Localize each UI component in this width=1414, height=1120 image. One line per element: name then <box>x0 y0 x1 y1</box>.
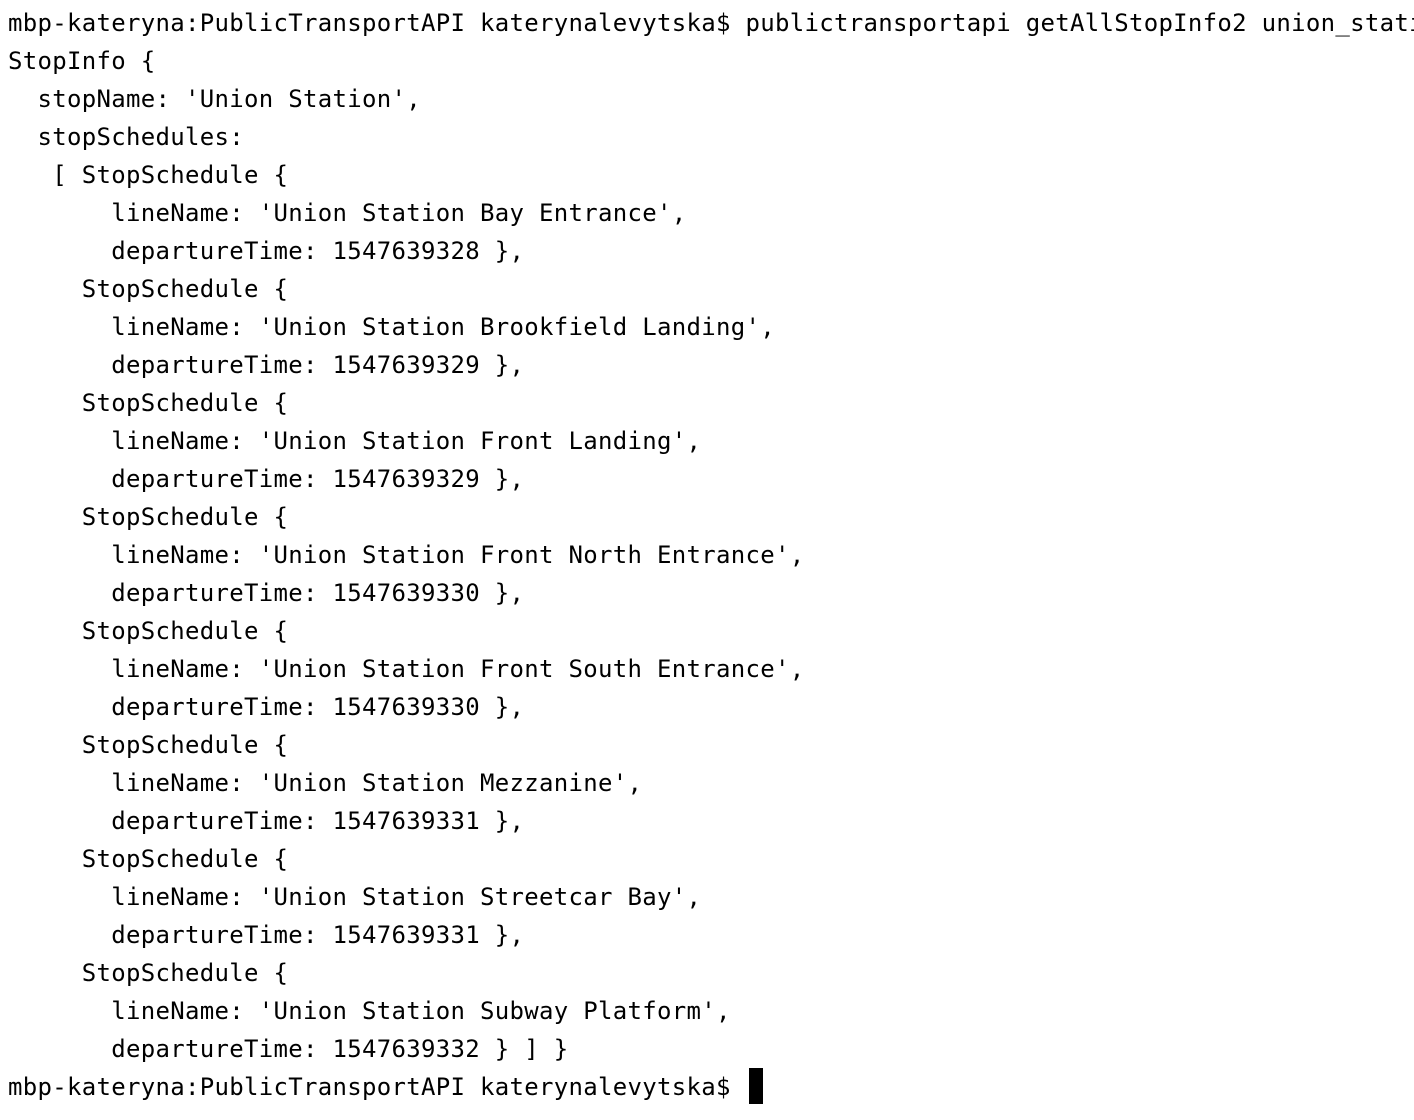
output-line: lineName: 'Union Station Subway Platform… <box>8 997 731 1025</box>
output-line: stopName: 'Union Station', <box>8 85 421 113</box>
output-line: departureTime: 1547639328 }, <box>8 237 525 265</box>
output-line: StopSchedule { <box>8 389 289 417</box>
output-line: StopSchedule { <box>8 731 289 759</box>
command-line: mbp-kateryna:PublicTransportAPI kateryna… <box>8 9 1414 37</box>
output-line: departureTime: 1547639331 }, <box>8 921 525 949</box>
output-line: departureTime: 1547639329 }, <box>8 465 525 493</box>
output-line: lineName: 'Union Station Front North Ent… <box>8 541 805 569</box>
output-line: [ StopSchedule { <box>8 161 289 189</box>
output-line: lineName: 'Union Station Brookfield Land… <box>8 313 775 341</box>
output-line: departureTime: 1547639329 }, <box>8 351 525 379</box>
output-line: lineName: 'Union Station Streetcar Bay', <box>8 883 702 911</box>
output-line: StopSchedule { <box>8 845 289 873</box>
prompt-line[interactable]: mbp-kateryna:PublicTransportAPI kateryna… <box>8 1068 1414 1106</box>
output-line: departureTime: 1547639332 } ] } <box>8 1035 569 1063</box>
output-line: StopSchedule { <box>8 617 289 645</box>
terminal-window[interactable]: mbp-kateryna:PublicTransportAPI kateryna… <box>0 0 1414 1120</box>
shell-prompt: mbp-kateryna:PublicTransportAPI kateryna… <box>8 1073 746 1101</box>
output-line: stopSchedules: <box>8 123 244 151</box>
output-line: departureTime: 1547639330 }, <box>8 579 525 607</box>
output-line: lineName: 'Union Station Front South Ent… <box>8 655 805 683</box>
output-line: lineName: 'Union Station Bay Entrance', <box>8 199 687 227</box>
output-line: lineName: 'Union Station Front Landing', <box>8 427 702 455</box>
output-line: departureTime: 1547639331 }, <box>8 807 525 835</box>
output-line: StopSchedule { <box>8 959 289 987</box>
output-line: StopInfo { <box>8 47 156 75</box>
output-line: StopSchedule { <box>8 275 289 303</box>
output-line: StopSchedule { <box>8 503 289 531</box>
text-cursor <box>749 1068 764 1104</box>
output-line: lineName: 'Union Station Mezzanine', <box>8 769 643 797</box>
output-line: departureTime: 1547639330 }, <box>8 693 525 721</box>
